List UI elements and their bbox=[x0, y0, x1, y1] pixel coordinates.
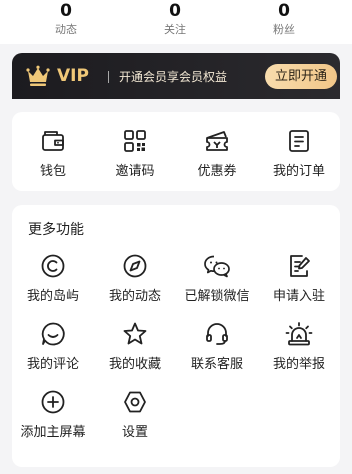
my-orders-label: 我的订单 bbox=[272, 164, 325, 179]
my-comments-button[interactable]: 我的评论 bbox=[12, 321, 94, 373]
add-home-screen-button[interactable]: 添加主屏幕 bbox=[12, 389, 94, 441]
apply-join-button[interactable]: 申请入驻 bbox=[258, 253, 340, 305]
customer-service-label: 联系客服 bbox=[190, 357, 243, 372]
coupon-button[interactable]: 优惠券 bbox=[176, 128, 258, 180]
vip-divider bbox=[108, 71, 109, 83]
open-vip-button[interactable]: 立即开通 bbox=[265, 64, 337, 89]
stat-followers[interactable]: 0 粉丝 bbox=[244, 0, 324, 37]
apply-join-label: 申请入驻 bbox=[272, 289, 325, 304]
stat-following[interactable]: 0 关注 bbox=[135, 0, 215, 37]
more-features-card: 更多功能 我的岛屿 我的动态 已解锁微信 申请入驻 我的评论 我的收藏 联系客服… bbox=[12, 205, 340, 467]
stat-posts[interactable]: 0 动态 bbox=[26, 0, 106, 37]
qr-code-icon bbox=[124, 130, 146, 152]
stat-posts-count: 0 bbox=[60, 1, 72, 21]
copyright-circle-icon bbox=[41, 254, 65, 278]
wallet-card: 钱包 邀请码 优惠券 我的订单 bbox=[12, 112, 340, 191]
stat-followers-count: 0 bbox=[278, 1, 290, 21]
stat-following-count: 0 bbox=[169, 1, 181, 21]
stat-posts-label: 动态 bbox=[55, 23, 77, 36]
invite-code-label: 邀请码 bbox=[115, 164, 155, 179]
star-icon bbox=[123, 322, 147, 345]
my-reports-button[interactable]: 我的举报 bbox=[258, 321, 340, 373]
my-favorites-button[interactable]: 我的收藏 bbox=[94, 321, 176, 373]
my-posts-label: 我的动态 bbox=[108, 289, 161, 304]
my-orders-button[interactable]: 我的订单 bbox=[258, 128, 340, 180]
wallet-icon bbox=[42, 131, 64, 151]
comment-smile-icon bbox=[41, 322, 65, 346]
profile-stats: 0 动态 0 关注 0 粉丝 bbox=[0, 0, 352, 44]
my-islands-label: 我的岛屿 bbox=[26, 289, 79, 304]
section-title-more: 更多功能 bbox=[28, 222, 84, 238]
my-comments-label: 我的评论 bbox=[26, 357, 79, 372]
wallet-button[interactable]: 钱包 bbox=[12, 128, 94, 180]
wechat-icon bbox=[204, 255, 230, 278]
settings-button[interactable]: 设置 bbox=[94, 389, 176, 441]
vip-badge-text: VIP bbox=[57, 66, 89, 86]
headset-icon bbox=[206, 323, 228, 345]
compass-icon bbox=[123, 254, 147, 278]
wallet-label: 钱包 bbox=[39, 164, 66, 179]
settings-label: 设置 bbox=[121, 425, 148, 440]
edit-document-icon bbox=[290, 255, 310, 277]
stat-followers-label: 粉丝 bbox=[273, 23, 295, 36]
my-posts-button[interactable]: 我的动态 bbox=[94, 253, 176, 305]
coupon-label: 优惠券 bbox=[197, 164, 237, 179]
alarm-light-icon bbox=[285, 322, 313, 346]
unlocked-wechat-button[interactable]: 已解锁微信 bbox=[176, 253, 258, 305]
vip-tagline: 开通会员享会员权益 bbox=[119, 70, 228, 84]
my-islands-button[interactable]: 我的岛屿 bbox=[12, 253, 94, 305]
order-list-icon bbox=[289, 130, 309, 152]
stat-following-label: 关注 bbox=[164, 23, 186, 36]
add-circle-icon bbox=[41, 390, 65, 414]
crown-icon bbox=[26, 65, 50, 86]
my-favorites-label: 我的收藏 bbox=[108, 357, 161, 372]
vip-banner[interactable]: VIP 开通会员享会员权益 立即开通 bbox=[12, 53, 340, 99]
invite-code-button[interactable]: 邀请码 bbox=[94, 128, 176, 180]
my-reports-label: 我的举报 bbox=[272, 357, 325, 372]
add-home-screen-label: 添加主屏幕 bbox=[20, 425, 86, 440]
customer-service-button[interactable]: 联系客服 bbox=[176, 321, 258, 373]
settings-hexagon-icon bbox=[124, 391, 146, 413]
unlocked-wechat-label: 已解锁微信 bbox=[184, 289, 250, 304]
coupon-icon bbox=[206, 131, 228, 151]
